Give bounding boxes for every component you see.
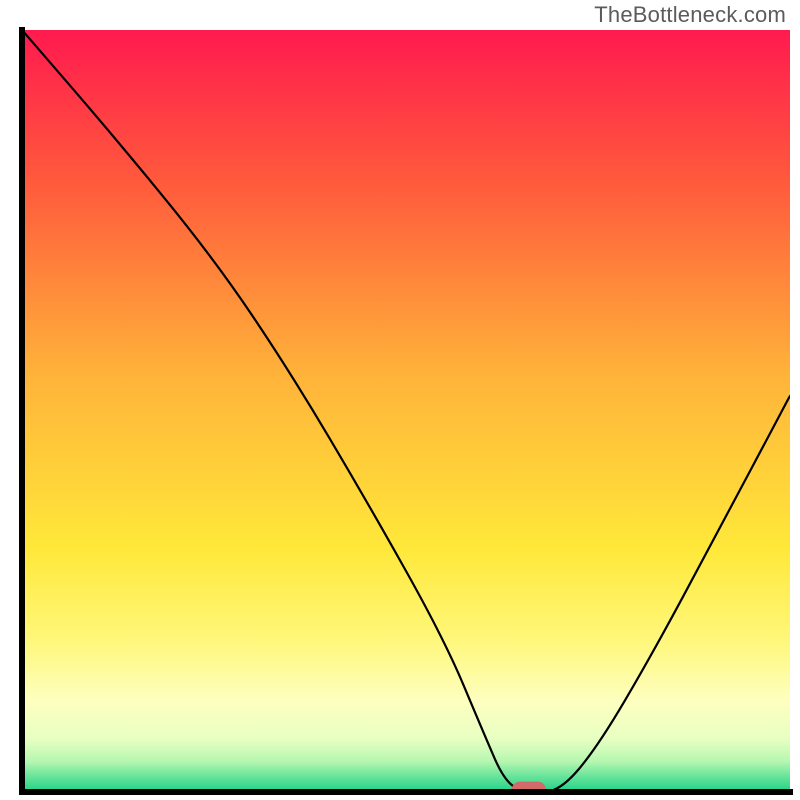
watermark-text: TheBottleneck.com <box>594 2 786 28</box>
chart-container: TheBottleneck.com <box>0 0 800 800</box>
bottleneck-chart <box>0 0 800 800</box>
plot-background <box>22 30 790 792</box>
